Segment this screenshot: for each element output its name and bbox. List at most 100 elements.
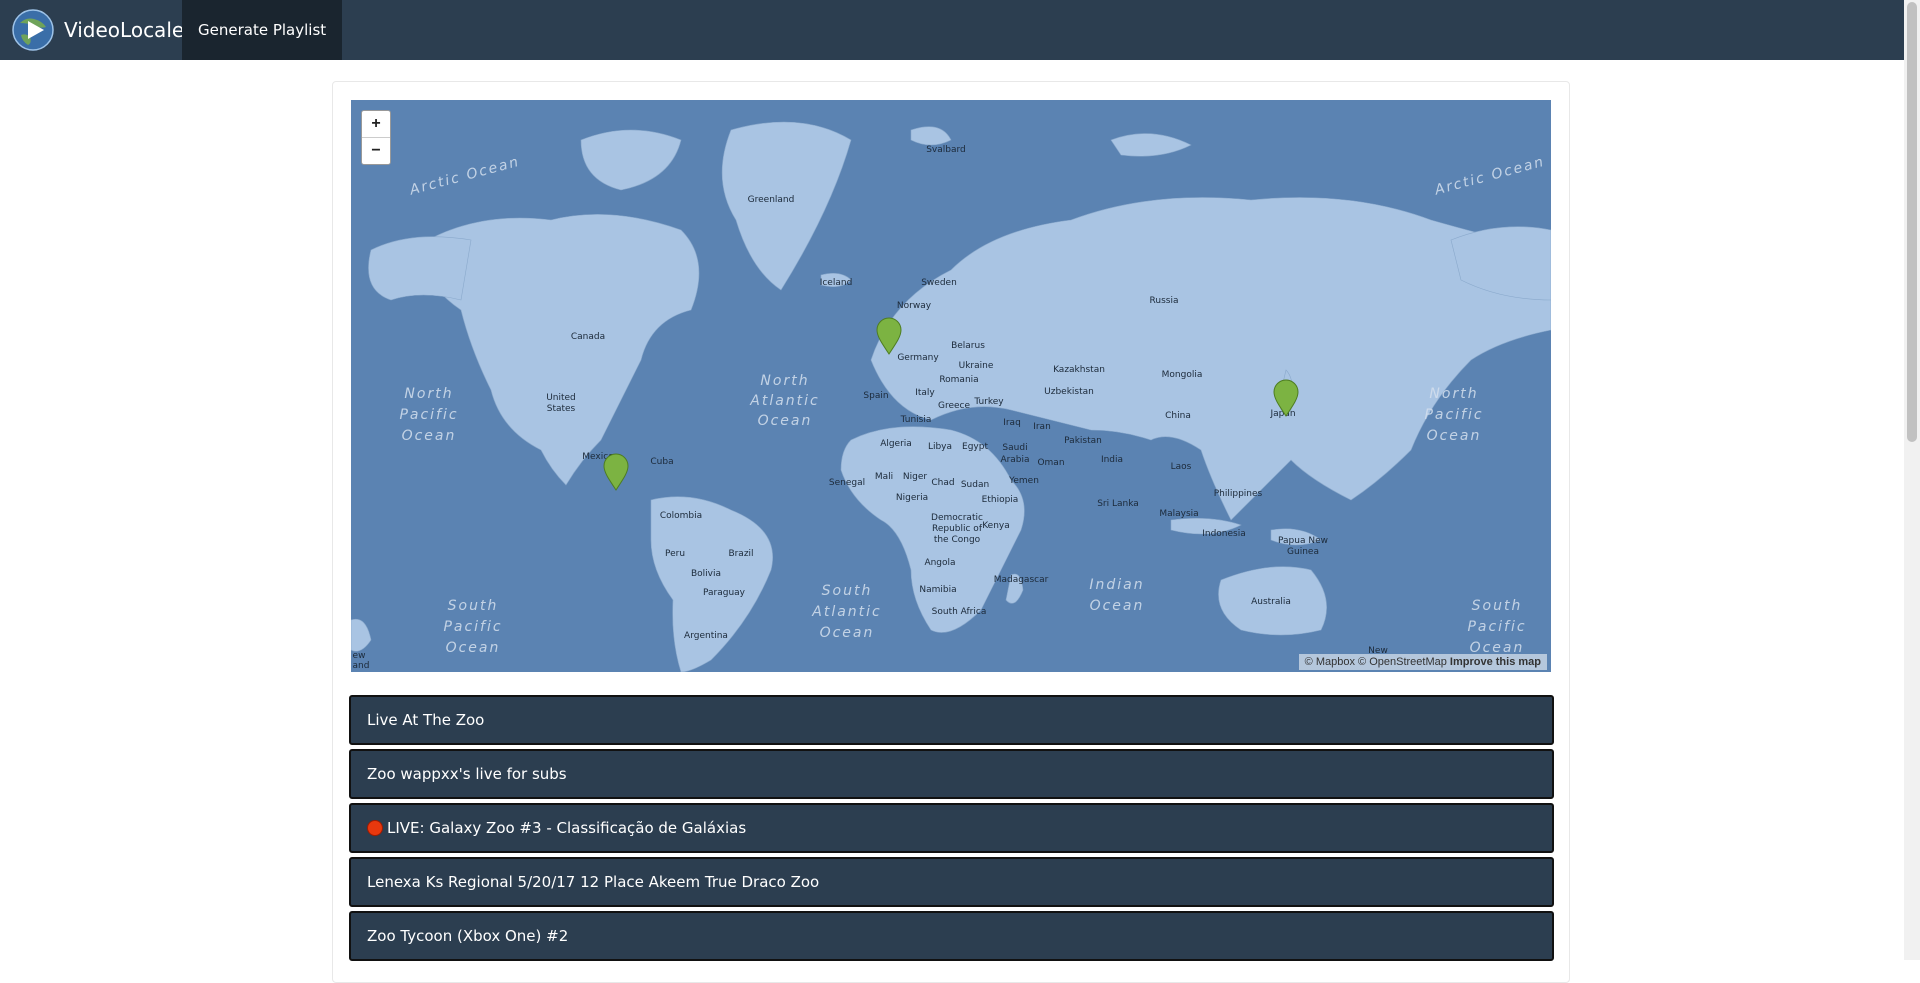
mapbox-attribution-link[interactable]: © Mapbox <box>1305 656 1355 668</box>
label-kenya: Kenya <box>982 521 1010 531</box>
video-item[interactable]: Zoo Tycoon (Xbox One) #2 <box>349 911 1554 961</box>
brand-link[interactable]: VideoLocale <box>12 6 184 54</box>
ocean-label-spr-2: Pacific <box>1467 619 1526 635</box>
label-greece: Greece <box>938 401 970 411</box>
label-iraq: Iraq <box>1003 418 1021 428</box>
ocean-label-arctic-left: Arctic Ocean <box>407 154 522 199</box>
label-kazakhstan: Kazakhstan <box>1053 365 1105 375</box>
ocean-label-sa-1: South <box>822 583 873 599</box>
navbar: VideoLocale Generate Playlist <box>0 0 1904 60</box>
zoom-in-button[interactable]: + <box>362 111 390 137</box>
label-italy: Italy <box>915 388 935 398</box>
label-png-2: Guinea <box>1287 547 1319 557</box>
scrollbar-thumb[interactable] <box>1907 2 1917 442</box>
label-nz-edge-1: ew <box>353 651 366 661</box>
label-ethiopia: Ethiopia <box>982 495 1019 505</box>
marker-usa-icon[interactable] <box>603 453 629 491</box>
ocean-label-na-2: Atlantic <box>749 393 819 409</box>
label-algeria: Algeria <box>880 439 912 449</box>
video-title: Zoo wappxx's live for subs <box>367 765 567 783</box>
label-sri-lanka: Sri Lanka <box>1097 499 1139 509</box>
label-uzbekistan: Uzbekistan <box>1044 387 1094 397</box>
ocean-label-arctic-right: Arctic Ocean <box>1432 154 1547 199</box>
label-south-africa: South Africa <box>932 607 987 617</box>
zoom-control: + − <box>361 110 391 165</box>
landmass-siberia-islands <box>1110 133 1192 157</box>
ocean-label-indian-2: Ocean <box>1090 598 1145 614</box>
label-indonesia: Indonesia <box>1202 529 1246 539</box>
ocean-label-na-3: Ocean <box>758 413 813 429</box>
label-nigeria: Nigeria <box>896 493 928 503</box>
video-title: Zoo Tycoon (Xbox One) #2 <box>367 927 569 945</box>
label-svalbard: Svalbard <box>926 145 966 155</box>
label-romania: Romania <box>939 375 978 385</box>
ocean-label-na-1: North <box>760 373 809 389</box>
label-angola: Angola <box>924 558 955 568</box>
video-title: Live At The Zoo <box>367 711 485 729</box>
ocean-label-npl-3: Ocean <box>402 428 457 444</box>
zoom-out-button[interactable]: − <box>362 137 390 164</box>
label-chad: Chad <box>931 478 954 488</box>
generate-playlist-link[interactable]: Generate Playlist <box>182 0 343 60</box>
video-item[interactable]: LIVE: Galaxy Zoo #3 - Classificação de G… <box>349 803 1554 853</box>
label-laos: Laos <box>1171 462 1192 472</box>
label-saudi-1: Saudi <box>1002 443 1027 453</box>
label-australia: Australia <box>1251 597 1291 607</box>
video-list: Live At The Zoo Zoo wappxx's live for su… <box>349 695 1554 965</box>
ocean-label-spl-2: Pacific <box>443 619 502 635</box>
label-china: China <box>1165 411 1191 421</box>
label-india: India <box>1101 455 1123 465</box>
label-peru: Peru <box>665 549 685 559</box>
ocean-label-npr-1: North <box>1429 386 1478 402</box>
label-mongolia: Mongolia <box>1162 370 1203 380</box>
ocean-label-npl-2: Pacific <box>399 407 458 423</box>
label-sudan: Sudan <box>961 480 989 490</box>
video-title: LIVE: Galaxy Zoo #3 - Classificação de G… <box>387 819 747 837</box>
label-niger: Niger <box>903 472 927 482</box>
label-pakistan: Pakistan <box>1064 436 1102 446</box>
ocean-label-sa-2: Atlantic <box>811 604 881 620</box>
label-united-1: United <box>546 393 576 403</box>
osm-attribution-link[interactable]: © OpenStreetMap <box>1358 656 1447 668</box>
landmass-greenland <box>721 121 852 291</box>
video-item[interactable]: Live At The Zoo <box>349 695 1554 745</box>
label-philippines: Philippines <box>1214 489 1263 499</box>
label-bolivia: Bolivia <box>691 569 721 579</box>
video-item[interactable]: Zoo wappxx's live for subs <box>349 749 1554 799</box>
live-red-circle-icon <box>367 820 383 836</box>
label-states-2: States <box>547 404 576 414</box>
ocean-label-spl-3: Ocean <box>446 640 501 656</box>
label-paraguay: Paraguay <box>703 588 746 598</box>
page-scrollbar[interactable] <box>1904 0 1920 960</box>
label-drc-3: the Congo <box>934 535 981 545</box>
label-tunisia: Tunisia <box>900 415 932 425</box>
landmass-new-zealand <box>351 618 372 652</box>
brand-name: VideoLocale <box>64 18 185 42</box>
label-yemen: Yemen <box>1008 476 1039 486</box>
world-map[interactable]: Arctic Ocean Arctic Ocean North Pacific … <box>351 100 1551 672</box>
ocean-label-spr-1: South <box>1472 598 1523 614</box>
label-canada: Canada <box>571 332 605 342</box>
video-item[interactable]: Lenexa Ks Regional 5/20/17 12 Place Akee… <box>349 857 1554 907</box>
globe-play-logo-icon <box>12 9 54 51</box>
ocean-label-npl-1: North <box>404 386 453 402</box>
label-argentina: Argentina <box>684 631 728 641</box>
label-iceland: Iceland <box>820 278 853 288</box>
video-title: Lenexa Ks Regional 5/20/17 12 Place Akee… <box>367 873 820 891</box>
label-madagascar: Madagascar <box>994 575 1049 585</box>
label-colombia: Colombia <box>660 511 702 521</box>
label-egypt: Egypt <box>962 442 988 452</box>
label-saudi-2: Arabia <box>1000 455 1029 465</box>
label-belarus: Belarus <box>951 341 985 351</box>
landmass-south-america <box>650 496 773 672</box>
ocean-label-npr-3: Ocean <box>1427 428 1482 444</box>
label-libya: Libya <box>928 442 952 452</box>
ocean-label-npr-2: Pacific <box>1424 407 1483 423</box>
label-oman: Oman <box>1037 458 1064 468</box>
improve-map-link[interactable]: Improve this map <box>1450 656 1541 668</box>
landmass-svalbard <box>910 126 952 146</box>
label-turkey: Turkey <box>973 397 1004 407</box>
label-ukraine: Ukraine <box>959 361 994 371</box>
label-russia: Russia <box>1150 296 1179 306</box>
label-norway: Norway <box>897 301 932 311</box>
